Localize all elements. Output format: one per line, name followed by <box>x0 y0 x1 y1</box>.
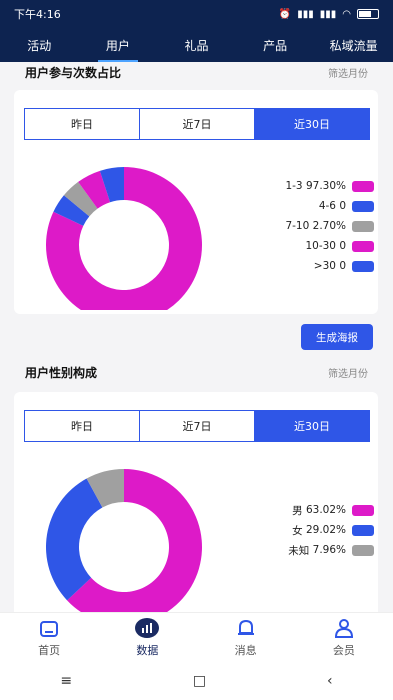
legend-swatch <box>352 180 374 192</box>
section2-filter[interactable]: 筛选月份 <box>328 365 368 380</box>
nav-messages-label: 消息 <box>234 644 257 657</box>
legend-swatch <box>352 220 374 232</box>
participation-donut-chart <box>46 167 202 310</box>
battery-icon <box>357 9 379 19</box>
user-icon <box>334 619 353 638</box>
alarm-icon: ⏰ <box>278 8 292 20</box>
tab-users[interactable]: 用户 <box>79 28 158 62</box>
legend-item: 男 63.02% <box>288 500 374 520</box>
section1-title: 用户参与次数占比 <box>25 66 122 80</box>
signal-icon: ▮▮▮ <box>297 8 314 20</box>
tab-products[interactable]: 产品 <box>236 28 315 62</box>
nav-messages[interactable]: 消息 <box>197 613 295 662</box>
tab-private-traffic[interactable]: 私域流量 <box>314 28 393 62</box>
menu-icon[interactable]: ≡ <box>60 673 72 689</box>
section1-segment: 昨日 近7日 近30日 <box>24 108 370 140</box>
legend-swatch <box>352 200 374 212</box>
section2-card: 昨日 近7日 近30日 男 63.02% 女 29.02% 未知 7.96% <box>14 392 378 612</box>
section1-card: 昨日 近7日 近30日 1-3 97.30% 4-6 0 7-10 2.70% … <box>14 90 378 314</box>
nav-data-label: 数据 <box>136 644 159 657</box>
nav-home[interactable]: 首页 <box>0 613 98 662</box>
section2-segment: 昨日 近7日 近30日 <box>24 410 370 442</box>
wifi-icon: ◠ <box>342 8 351 20</box>
home-icon <box>40 621 59 637</box>
legend-swatch <box>352 544 374 556</box>
nav-members-label: 会员 <box>332 644 355 657</box>
status-time: 下午4:16 <box>14 8 61 21</box>
main-content: 用户参与次数占比 筛选月份 昨日 近7日 近30日 1-3 97.30% 4-6… <box>0 62 393 612</box>
status-icons: ⏰ ▮▮▮ ▮▮▮ ◠ <box>279 9 379 20</box>
nav-data[interactable]: 数据 <box>98 613 196 662</box>
nav-home-label: 首页 <box>38 644 61 657</box>
back-icon[interactable]: ‹ <box>327 673 333 689</box>
data-chart-icon <box>135 618 160 638</box>
tab-gifts[interactable]: 礼品 <box>157 28 236 62</box>
section2-title: 用户性别构成 <box>25 366 98 380</box>
system-navigation: ≡ □ ‹ <box>0 662 393 700</box>
bottom-navigation: 首页 数据 消息 会员 <box>0 612 393 662</box>
legend-item: 1-3 97.30% <box>285 176 374 196</box>
seg-yesterday[interactable]: 昨日 <box>25 411 140 441</box>
generate-poster-button[interactable]: 生成海报 <box>301 324 373 350</box>
section1-filter[interactable]: 筛选月份 <box>328 65 368 80</box>
section1-header: 用户参与次数占比 筛选月份 <box>0 64 393 81</box>
section2-header: 用户性别构成 筛选月份 <box>0 364 393 381</box>
signal-icon-2: ▮▮▮ <box>319 8 337 20</box>
legend-item: 10-30 0 <box>285 236 374 256</box>
seg-30days[interactable]: 近30日 <box>255 411 369 441</box>
section1-legend: 1-3 97.30% 4-6 0 7-10 2.70% 10-30 0 >30 … <box>285 176 374 276</box>
legend-item: 4-6 0 <box>285 196 374 216</box>
section2-legend: 男 63.02% 女 29.02% 未知 7.96% <box>288 500 374 560</box>
legend-item: 7-10 2.70% <box>285 216 374 236</box>
legend-item: >30 0 <box>285 256 374 276</box>
top-tabs: 活动 用户 礼品 产品 私域流量 <box>0 28 393 62</box>
legend-swatch <box>352 240 374 252</box>
legend-swatch <box>352 260 374 272</box>
seg-yesterday[interactable]: 昨日 <box>25 109 140 139</box>
legend-swatch <box>352 504 374 516</box>
legend-item: 女 29.02% <box>288 520 374 540</box>
seg-30days[interactable]: 近30日 <box>255 109 369 139</box>
nav-members[interactable]: 会员 <box>295 613 393 662</box>
legend-swatch <box>352 524 374 536</box>
home-button-icon[interactable]: □ <box>193 673 206 689</box>
gender-donut-chart <box>45 469 202 612</box>
bell-icon <box>237 619 254 635</box>
seg-7days[interactable]: 近7日 <box>140 109 255 139</box>
status-bar: 下午4:16 ⏰ ▮▮▮ ▮▮▮ ◠ <box>0 0 393 28</box>
legend-item: 未知 7.96% <box>288 540 374 560</box>
seg-7days[interactable]: 近7日 <box>140 411 255 441</box>
tab-activity[interactable]: 活动 <box>0 28 79 62</box>
